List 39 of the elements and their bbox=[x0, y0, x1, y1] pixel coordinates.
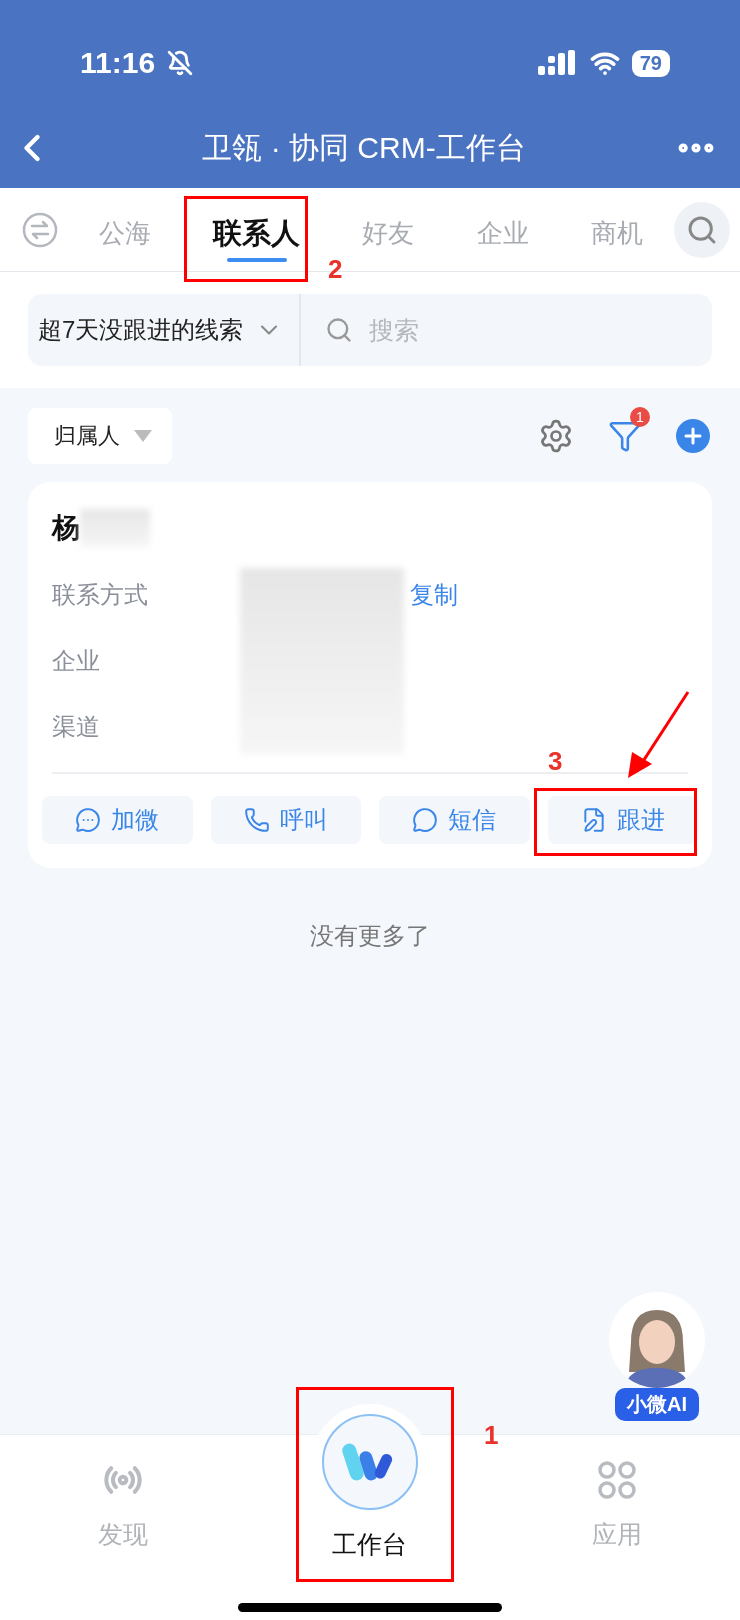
view-dropdown[interactable]: 超7天没跟进的线索 bbox=[28, 294, 302, 366]
nav-item[interactable]: 应用 bbox=[493, 1460, 740, 1550]
list-end-text: 没有更多了 bbox=[310, 921, 430, 951]
chat-bubble-icon bbox=[75, 807, 102, 833]
speech-bubble-icon bbox=[412, 807, 439, 833]
step-number: 1 bbox=[484, 1420, 499, 1451]
step-number: 3 bbox=[548, 746, 563, 777]
settings-icon[interactable] bbox=[538, 418, 574, 454]
field-label: 企业 bbox=[52, 646, 101, 676]
logo-icon bbox=[322, 1414, 418, 1510]
action-button[interactable]: 呼叫 bbox=[210, 796, 361, 844]
status-time: 11:16 bbox=[80, 46, 156, 80]
bell-muted-icon bbox=[167, 50, 194, 76]
search-field[interactable]: 搜索 bbox=[301, 294, 712, 366]
field-label: 渠道 bbox=[52, 712, 101, 742]
filter-badge: 1 bbox=[630, 407, 650, 427]
step-number: 2 bbox=[328, 254, 343, 285]
search-icon bbox=[325, 316, 354, 344]
four-circles-icon bbox=[596, 1460, 637, 1500]
field-label: 联系方式 bbox=[52, 580, 149, 610]
tab[interactable]: 好友 bbox=[354, 205, 423, 262]
action-button[interactable]: 短信 bbox=[379, 796, 530, 844]
tab[interactable]: 公海 bbox=[91, 205, 160, 262]
action-button[interactable]: 加微 bbox=[42, 796, 193, 844]
assistant-label[interactable]: 小微AI bbox=[615, 1388, 699, 1421]
nav-item[interactable]: 发现 bbox=[0, 1460, 247, 1550]
tab[interactable]: 联系人 bbox=[205, 205, 309, 262]
contact-name: 杨 bbox=[52, 511, 80, 545]
phone-icon bbox=[243, 807, 270, 833]
tab[interactable]: 商机 bbox=[582, 205, 651, 262]
copy-link[interactable]: 复制 bbox=[404, 579, 698, 611]
add-button[interactable] bbox=[676, 419, 710, 453]
tab[interactable]: 企业 bbox=[468, 205, 537, 262]
action-button[interactable]: 跟进 bbox=[547, 796, 698, 844]
battery-level: 79 bbox=[631, 49, 670, 77]
caret-icon bbox=[134, 430, 152, 442]
page-title: 卫瓴 · 协同 CRM-工作台 bbox=[202, 129, 526, 166]
owner-dropdown[interactable]: 归属人 bbox=[28, 408, 172, 464]
signal-icon bbox=[537, 50, 578, 76]
